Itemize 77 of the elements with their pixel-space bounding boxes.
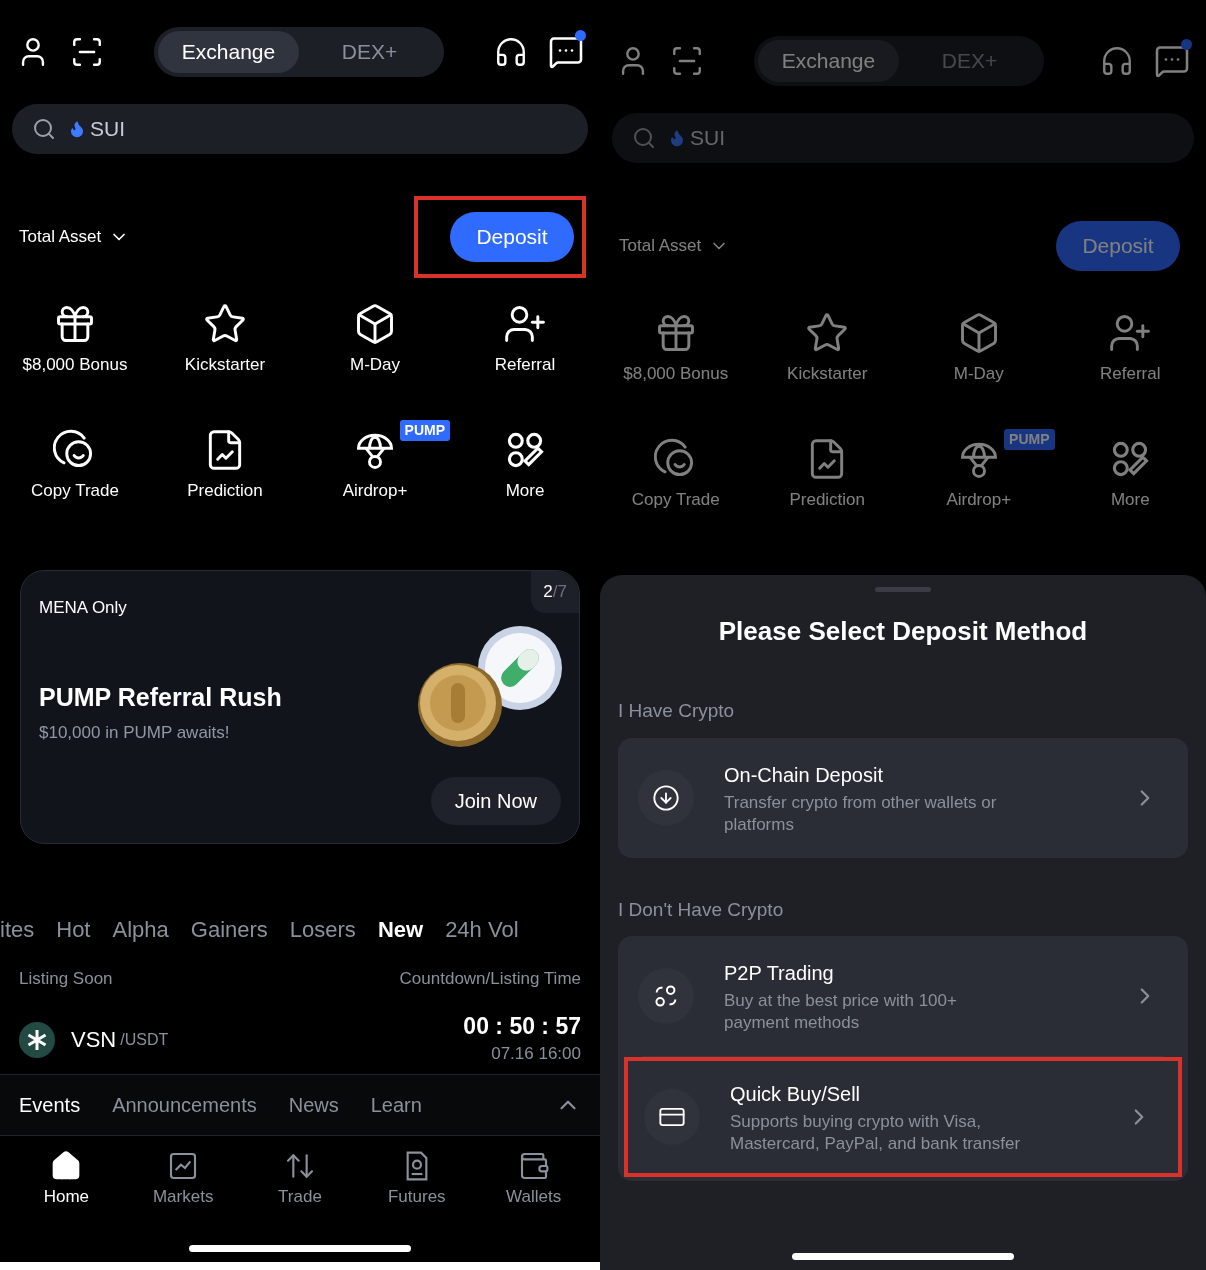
deposit-option[interactable]: Quick Buy/Sell Supports buying crypto with Visa, Mastercard, PayPal, and bank transfer	[628, 1061, 1178, 1173]
shortcut-item[interactable]: Referral	[450, 294, 600, 420]
download-icon	[652, 783, 680, 812]
shortcut-item[interactable]: Prediction	[150, 420, 300, 546]
nav-item[interactable]: Home	[8, 1149, 125, 1209]
countdown: 00 : 50 : 57	[463, 1012, 581, 1042]
scan-icon[interactable]	[70, 35, 104, 69]
mode-tab[interactable]: Exchange	[758, 40, 899, 82]
shortcut-item[interactable]: Referral	[1054, 303, 1206, 429]
nav-item[interactable]: Futures	[358, 1149, 476, 1209]
market-tab[interactable]: Gainers	[190, 912, 268, 946]
deposit-option[interactable]: P2P Trading Buy at the best price with 100+ payment methods	[622, 940, 1184, 1052]
market-tab[interactable]: Alpha	[112, 912, 169, 946]
nav-item[interactable]: Markets	[124, 1149, 242, 1209]
shortcut-item[interactable]: PUMP Airdrop+	[300, 420, 450, 546]
shortcut-item[interactable]: Kickstarter	[751, 303, 903, 429]
flame-icon	[68, 120, 86, 138]
content-tab[interactable]: Announcements	[112, 1089, 257, 1120]
search-field[interactable]: SUI	[612, 113, 1194, 163]
market-tab[interactable]: ites	[0, 912, 35, 946]
option-title: Quick Buy/Sell	[730, 1082, 862, 1107]
option-description: Transfer crypto from other wallets or platforms	[724, 791, 998, 836]
total-asset-label[interactable]: Total Asset	[19, 224, 130, 250]
badge: PUMP	[1004, 429, 1055, 450]
option-description: Buy at the best price with 100+ payment methods	[724, 990, 958, 1034]
mode-tab[interactable]: Exchange	[158, 31, 299, 73]
join-button[interactable]: Join Now	[430, 777, 561, 825]
option-title: P2P Trading	[724, 961, 835, 986]
shortcut-item[interactable]: $8,000 Bonus	[600, 303, 752, 429]
sheet-handle	[875, 587, 931, 592]
market-tab[interactable]: New	[377, 912, 424, 946]
option-description: Supports buying crypto with Visa, Mastercard, PayPal, and bank transfer	[730, 1111, 1022, 1155]
deposit-button[interactable]: Deposit	[450, 212, 574, 262]
content-tab[interactable]: Learn	[370, 1089, 422, 1120]
sheet-title: Please Select Deposit Method	[717, 615, 1089, 648]
mode-tab[interactable]: DEX+	[299, 31, 440, 73]
shortcut-item[interactable]: M-Day	[903, 303, 1055, 429]
column-header: Countdown/Listing Time	[399, 968, 581, 990]
nav-item[interactable]: Wallets	[475, 1149, 592, 1209]
shortcut-item[interactable]: Kickstarter	[150, 294, 300, 420]
section-heading: I Have Crypto	[617, 699, 736, 723]
nav-item[interactable]: Trade	[241, 1149, 359, 1209]
promo-tag: MENA Only	[39, 598, 127, 617]
listing-row[interactable]: VSN /USDT 00 : 50 : 57 07.16 16:00	[0, 1011, 600, 1068]
option-title: On-Chain Deposit	[724, 762, 884, 788]
search-icon	[632, 126, 656, 150]
market-tab[interactable]: Losers	[289, 912, 356, 946]
shortcut-item[interactable]: PUMP Airdrop+	[903, 429, 1055, 555]
market-tab[interactable]: Hot	[56, 912, 91, 946]
search-field[interactable]: SUI	[12, 104, 588, 154]
coin-logo-icon	[19, 1021, 55, 1058]
shortcut-item[interactable]: Copy Trade	[600, 429, 752, 555]
deposit-option[interactable]: On-Chain Deposit Transfer crypto from other wallets or platforms	[622, 741, 1184, 854]
shortcut-item[interactable]: More	[450, 420, 600, 546]
promo-subtitle: $10,000 in PUMP awaits!	[39, 722, 231, 744]
search-input[interactable]: SUI	[690, 122, 1174, 154]
content-tab[interactable]: Events	[19, 1089, 81, 1120]
column-header: Listing Soon	[19, 968, 113, 990]
pair-quote: /USDT	[120, 1029, 169, 1050]
section-heading: I Don't Have Crypto	[617, 897, 785, 922]
headphones-icon[interactable]	[494, 35, 528, 69]
shortcut-item[interactable]: M-Day	[300, 294, 450, 420]
listing-time: 07.16 16:00	[491, 1043, 581, 1066]
search-icon	[32, 117, 56, 141]
shortcut-item[interactable]: $8,000 Bonus	[0, 294, 150, 420]
shortcut-item[interactable]: More	[1054, 429, 1206, 555]
content-tab[interactable]: News	[288, 1089, 339, 1120]
search-input[interactable]: SUI	[90, 113, 568, 145]
promo-title: PUMP Referral Rush	[39, 681, 283, 713]
market-tab[interactable]: 24h Vol	[445, 912, 519, 946]
total-asset-label[interactable]: Total Asset	[619, 233, 730, 259]
pair-base: VSN	[71, 1026, 117, 1054]
page-counter: 2/7	[531, 571, 579, 613]
flame-icon	[668, 129, 686, 147]
badge: PUMP	[399, 420, 450, 441]
shortcut-item[interactable]: Prediction	[751, 429, 903, 555]
shortcut-item[interactable]: Copy Trade	[0, 420, 150, 546]
